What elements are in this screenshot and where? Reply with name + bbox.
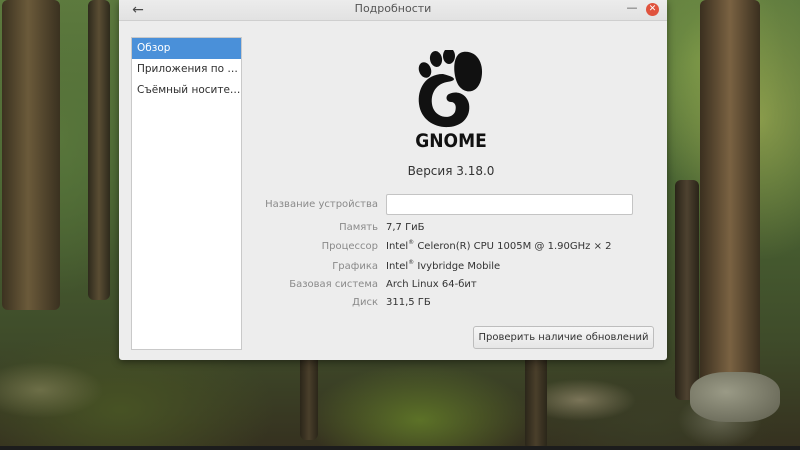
processor-label: Процессор [321, 241, 378, 252]
minimize-icon[interactable]: — [625, 2, 639, 16]
memory-label: Память [339, 222, 378, 233]
sidebar: Обзор Приложения по умолчанию Съёмный но… [131, 37, 242, 350]
gnome-foot-icon [418, 50, 483, 128]
processor-model: Celeron(R) CPU 1005M @ 1.90GHz × 2 [414, 241, 612, 252]
sidebar-item-default-apps[interactable]: Приложения по умолчанию [132, 59, 241, 80]
tree-trunk-left-2 [88, 0, 110, 300]
rock [690, 372, 780, 422]
tree-trunk-mid [525, 355, 547, 450]
disk-label: Диск [352, 297, 378, 308]
window-title: Подробности [354, 2, 432, 15]
check-updates-button[interactable]: Проверить наличие обновлений [473, 326, 654, 349]
gnome-wordmark: GNOME [415, 130, 487, 152]
disk-value: 311,5 ГБ [386, 297, 431, 308]
os-type-label: Базовая система [289, 279, 378, 290]
tree-trunk-left [2, 0, 60, 310]
graphics-label: Графика [332, 261, 378, 272]
os-type-value: Arch Linux 64-бит [386, 279, 477, 290]
processor-value: Intel® Celeron(R) CPU 1005M @ 1.90GHz × … [386, 239, 612, 252]
graphics-model: Ivybridge Mobile [414, 261, 501, 272]
tree-trunk-right [700, 0, 760, 400]
sidebar-item-overview[interactable]: Обзор [132, 38, 241, 59]
back-arrow-icon[interactable]: ← [129, 1, 147, 19]
header-bar: ← Подробности — ✕ [119, 0, 667, 21]
graphics-value: Intel® Ivybridge Mobile [386, 259, 501, 272]
graphics-registered-mark: ® [408, 259, 415, 266]
tree-trunk-mid-2 [300, 355, 318, 440]
details-window: ← Подробности — ✕ Обзор Приложения по ум… [119, 0, 667, 360]
sidebar-item-removable-media[interactable]: Съёмный носитель [132, 80, 241, 101]
tree-trunk-right-2 [675, 180, 699, 400]
processor-registered-mark: ® [408, 239, 415, 246]
device-name-label: Название устройства [265, 199, 378, 210]
device-name-input[interactable] [386, 194, 633, 215]
gnome-version: Версия 3.18.0 [407, 164, 495, 178]
bottom-panel [0, 446, 800, 450]
close-icon[interactable]: ✕ [646, 3, 659, 16]
memory-value: 7,7 ГиБ [386, 222, 425, 233]
processor-brand: Intel [386, 241, 409, 252]
graphics-brand: Intel [386, 261, 409, 272]
